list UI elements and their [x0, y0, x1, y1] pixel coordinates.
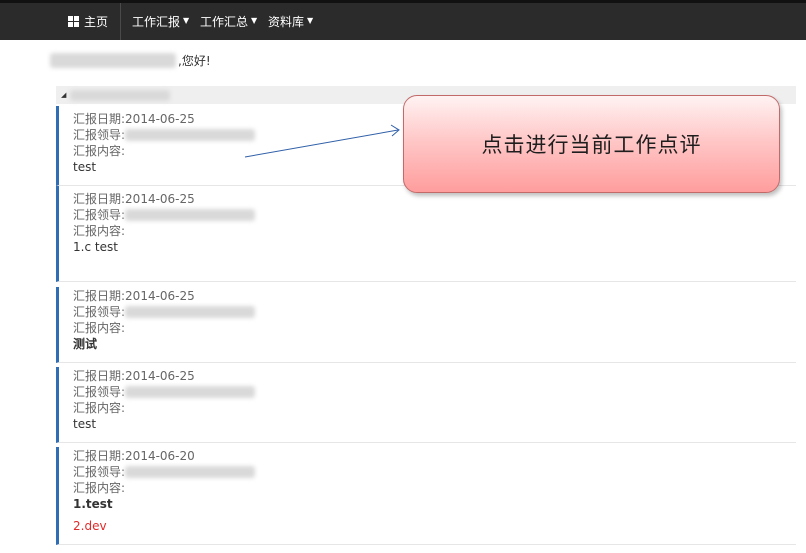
- report-leader-label: 汇报领导:: [73, 385, 126, 399]
- report-date: 汇报日期:2014-06-25: [73, 289, 195, 303]
- nav-home-button[interactable]: 主页: [56, 3, 121, 40]
- report-content: 2.dev: [73, 519, 107, 533]
- report-content: 测试: [73, 337, 98, 351]
- report-content-label: 汇报内容:: [73, 144, 126, 158]
- redacted-leader: [125, 386, 256, 398]
- annotation-callout: 点击进行当前工作点评: [403, 95, 780, 193]
- nav-menu-library[interactable]: 资料库 ▼: [268, 3, 313, 40]
- redacted-leader: [125, 306, 256, 318]
- redacted-leader: [125, 129, 256, 141]
- chevron-down-icon: ▼: [251, 16, 258, 25]
- report-leader: 汇报领导:: [73, 304, 256, 320]
- report-date: 汇报日期:2014-06-25: [73, 192, 195, 206]
- report-item[interactable]: 汇报日期:2014-06-25 汇报领导: 汇报内容: 测试: [56, 287, 796, 363]
- report-leader-label: 汇报领导:: [73, 465, 126, 479]
- report-date: 汇报日期:2014-06-20: [73, 449, 195, 463]
- report-leader: 汇报领导:: [73, 127, 256, 143]
- redacted-leader: [125, 209, 256, 221]
- nav-menu-work-summary[interactable]: 工作汇总 ▼: [200, 3, 257, 40]
- report-leader: 汇报领导:: [73, 384, 256, 400]
- report-content-label: 汇报内容:: [73, 401, 126, 415]
- chevron-down-icon: ▼: [183, 16, 190, 25]
- report-content: 1.test: [73, 497, 113, 511]
- report-item[interactable]: 汇报日期:2014-06-25 汇报领导: 汇报内容: 1.c test: [56, 186, 796, 282]
- report-item[interactable]: 汇报日期:2014-06-20 汇报领导: 汇报内容: 1.test 2.dev: [56, 447, 796, 545]
- nav-home-label: 主页: [83, 15, 108, 29]
- report-date: 汇报日期:2014-06-25: [73, 112, 195, 126]
- redacted-leader: [125, 466, 256, 478]
- report-content: test: [73, 160, 97, 174]
- report-content: 1.c test: [73, 240, 118, 254]
- report-content-label: 汇报内容:: [73, 224, 126, 238]
- nav-menu-work-report[interactable]: 工作汇报 ▼: [132, 3, 189, 40]
- report-content: test: [73, 417, 97, 431]
- report-leader: 汇报领导:: [73, 207, 256, 223]
- report-item[interactable]: 汇报日期:2014-06-25 汇报领导: 汇报内容: test: [56, 367, 796, 443]
- greeting-text: ,您好!: [178, 53, 211, 68]
- report-leader-label: 汇报领导:: [73, 128, 126, 142]
- redacted-username: [50, 52, 176, 68]
- redacted-group-title: [70, 89, 171, 101]
- report-leader-label: 汇报领导:: [73, 208, 126, 222]
- report-content-label: 汇报内容:: [73, 481, 126, 495]
- callout-text: 点击进行当前工作点评: [481, 133, 702, 157]
- report-leader-label: 汇报领导:: [73, 305, 126, 319]
- chevron-down-icon: ▼: [307, 16, 314, 25]
- greeting: ,您好!: [50, 51, 211, 69]
- nav-menu-label: 工作汇总: [200, 15, 249, 29]
- nav-menu-label: 工作汇报: [132, 15, 181, 29]
- report-content-label: 汇报内容:: [73, 321, 126, 335]
- grid-icon: [67, 16, 79, 27]
- report-date: 汇报日期:2014-06-25: [73, 369, 195, 383]
- report-leader: 汇报领导:: [73, 464, 256, 480]
- nav-menu-label: 资料库: [268, 15, 305, 29]
- top-nav-bar: 主页 工作汇报 ▼ 工作汇总 ▼ 资料库 ▼: [0, 0, 806, 40]
- collapse-triangle-icon[interactable]: ◢: [61, 91, 66, 99]
